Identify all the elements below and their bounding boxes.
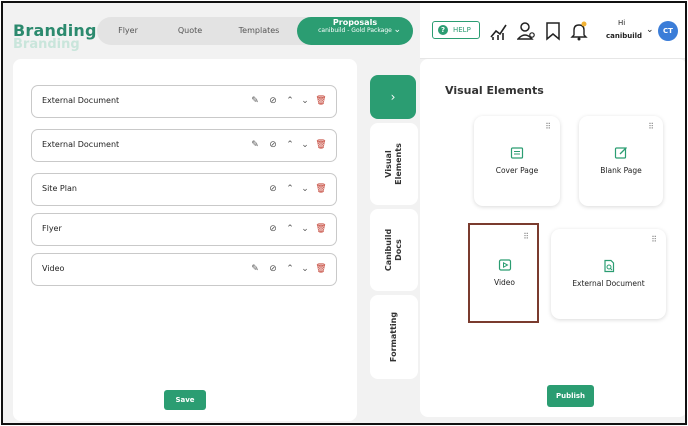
card-label: External Document <box>572 279 645 288</box>
settings-icon[interactable]: ⊘ <box>266 138 280 152</box>
delete-icon[interactable]: 🗑 <box>314 222 328 236</box>
card-label: Blank Page <box>600 166 642 175</box>
move-down-icon[interactable]: ⌄ <box>298 222 312 236</box>
tab-flyer[interactable]: Flyer <box>97 17 159 45</box>
move-up-icon[interactable]: ⌃ <box>283 222 297 236</box>
list-item[interactable]: Video ✎ ⊘ ⌃ ⌄ 🗑 <box>31 253 337 286</box>
move-down-icon[interactable]: ⌄ <box>298 182 312 196</box>
help-label: HELP <box>453 26 471 34</box>
settings-icon[interactable]: ⊘ <box>266 182 280 196</box>
tab-formatting[interactable]: Formatting <box>370 295 418 379</box>
move-up-icon[interactable]: ⌃ <box>283 262 297 276</box>
user-menu-chevron-icon[interactable]: ⌄ <box>646 25 654 35</box>
collapse-panel-button[interactable]: › <box>370 75 416 119</box>
chevron-down-icon[interactable]: ⌄ <box>393 25 401 35</box>
delete-icon[interactable]: 🗑 <box>314 262 328 276</box>
user-name[interactable]: canibuild <box>606 32 642 40</box>
tab-proposals[interactable]: Proposals canibuild - Gold Package ⌄ <box>297 17 413 45</box>
list-item-label: External Document <box>42 140 120 149</box>
top-bar: Branding Branding Flyer Quote Templates … <box>3 3 420 59</box>
list-item[interactable]: External Document ✎ ⊘ ⌃ ⌄ 🗑 <box>31 85 337 118</box>
visual-elements-title: Visual Elements <box>445 84 544 97</box>
save-button[interactable]: Save <box>164 390 206 410</box>
tab-proposals-package: canibuild - Gold Package <box>318 27 392 34</box>
drag-handle-icon[interactable]: ⠿ <box>651 235 657 244</box>
list-item-label: Site Plan <box>42 184 77 193</box>
drag-handle-icon[interactable]: ⠿ <box>545 122 551 131</box>
selection-highlight <box>468 223 539 323</box>
ghost-title: Branding <box>13 37 80 52</box>
avatar[interactable]: CT <box>658 21 678 41</box>
delete-icon[interactable]: 🗑 <box>314 182 328 196</box>
settings-icon[interactable]: ⊘ <box>266 94 280 108</box>
blank-page-icon <box>614 147 627 159</box>
move-up-icon[interactable]: ⌃ <box>283 182 297 196</box>
move-down-icon[interactable]: ⌄ <box>298 262 312 276</box>
tab-quote[interactable]: Quote <box>159 17 221 45</box>
tab-visual-elements[interactable]: Visual Elements <box>370 123 418 205</box>
move-up-icon[interactable]: ⌃ <box>283 94 297 108</box>
list-item[interactable]: External Document ✎ ⊘ ⌃ ⌄ 🗑 <box>31 129 337 162</box>
list-item-label: Flyer <box>42 224 62 233</box>
cover-page-card[interactable]: ⠿ Cover Page <box>474 116 560 206</box>
external-document-icon <box>603 259 614 273</box>
list-item-label: External Document <box>42 96 120 105</box>
help-icon: ? <box>438 25 448 35</box>
bell-icon[interactable] <box>570 21 588 41</box>
publish-button[interactable]: Publish <box>547 385 594 407</box>
cover-page-icon <box>510 147 524 159</box>
visual-elements-panel: Visual Elements ⠿ Cover Page ⠿ Blank Pag… <box>420 59 685 423</box>
move-down-icon[interactable]: ⌄ <box>298 94 312 108</box>
chevron-right-icon: › <box>390 90 396 104</box>
visual-elements-container: Visual Elements ⠿ Cover Page ⠿ Blank Pag… <box>420 59 685 417</box>
document-type-tabs: Flyer Quote Templates Proposals canibuil… <box>97 17 413 45</box>
help-button[interactable]: ? HELP <box>432 21 480 39</box>
header: ? HELP Hi canibuild ⌄ CT <box>420 3 685 59</box>
list-item[interactable]: Flyer ⊘ ⌃ ⌄ 🗑 <box>31 213 337 246</box>
document-list-panel: External Document ✎ ⊘ ⌃ ⌄ 🗑 External Doc… <box>13 59 357 421</box>
chart-icon[interactable] <box>490 21 508 41</box>
app-frame: Branding Branding Flyer Quote Templates … <box>1 1 687 425</box>
tab-canibuild-docs-label: Canibuild Docs <box>384 228 403 272</box>
bookmark-icon[interactable] <box>544 21 562 41</box>
delete-icon[interactable]: 🗑 <box>314 138 328 152</box>
tab-templates[interactable]: Templates <box>221 17 297 45</box>
settings-icon[interactable]: ⊘ <box>266 222 280 236</box>
tab-canibuild-docs[interactable]: Canibuild Docs <box>370 209 418 291</box>
tab-visual-elements-label: Visual Elements <box>384 143 403 185</box>
settings-icon[interactable]: ⊘ <box>266 262 280 276</box>
edit-icon[interactable]: ✎ <box>248 138 262 152</box>
card-label: Cover Page <box>495 166 539 175</box>
list-item-label: Video <box>42 264 65 273</box>
move-up-icon[interactable]: ⌃ <box>283 138 297 152</box>
move-down-icon[interactable]: ⌄ <box>298 138 312 152</box>
edit-icon[interactable]: ✎ <box>248 94 262 108</box>
delete-icon[interactable]: 🗑 <box>314 94 328 108</box>
blank-page-card[interactable]: ⠿ Blank Page <box>579 116 663 206</box>
external-document-card[interactable]: ⠿ External Document <box>551 229 666 319</box>
tab-formatting-label: Formatting <box>389 311 398 363</box>
drag-handle-icon[interactable]: ⠿ <box>648 122 654 131</box>
user-greeting: Hi <box>618 19 626 27</box>
list-item[interactable]: Site Plan ⊘ ⌃ ⌄ 🗑 <box>31 173 337 206</box>
edit-icon[interactable]: ✎ <box>248 262 262 276</box>
user-settings-icon[interactable] <box>517 21 535 41</box>
